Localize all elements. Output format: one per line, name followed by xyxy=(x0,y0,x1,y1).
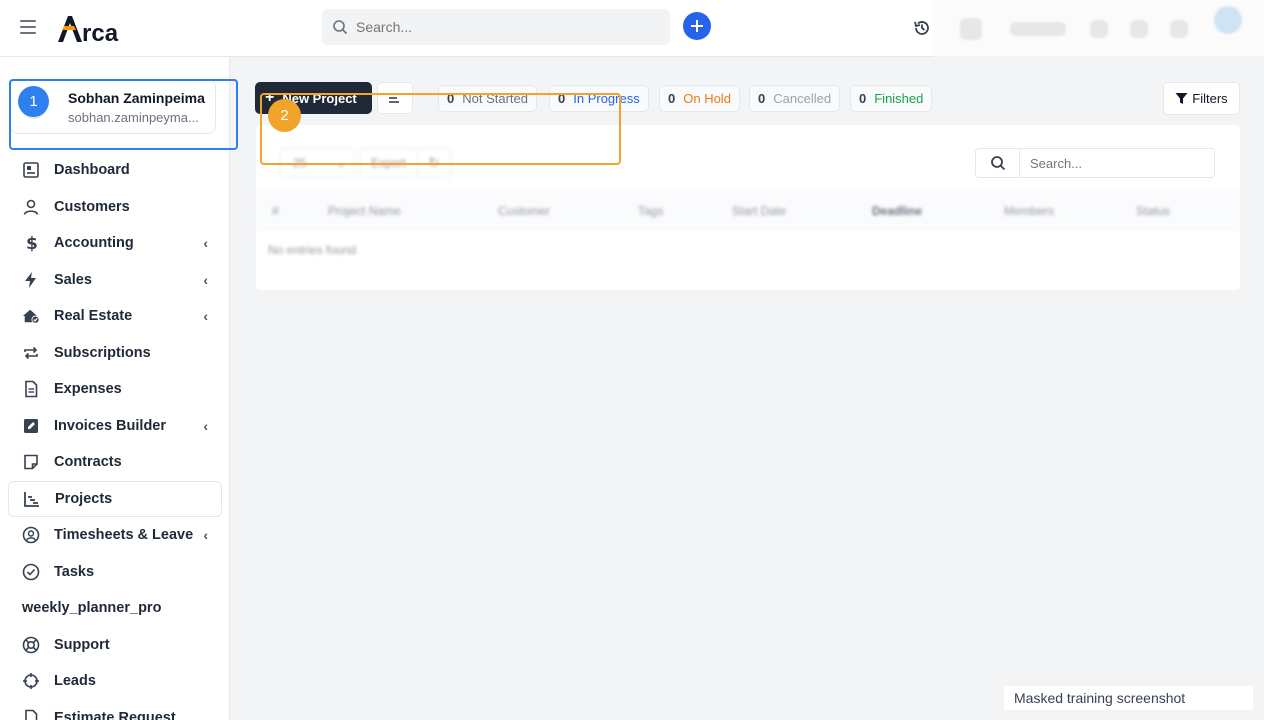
sidebar-item-dashboard[interactable]: Dashboard xyxy=(8,152,222,189)
column-header[interactable]: Tags xyxy=(638,204,663,218)
chevron-left-icon: ‹ xyxy=(203,308,208,325)
menu-toggle-icon[interactable] xyxy=(20,20,36,34)
column-header[interactable]: Deadline xyxy=(872,204,922,218)
chart-icon xyxy=(23,490,41,508)
sidebar-item-label: Tasks xyxy=(54,563,95,580)
sidebar-item-label: Dashboard xyxy=(54,162,130,179)
sidebar-item-label: Invoices Builder xyxy=(54,417,167,434)
chevron-left-icon: ‹ xyxy=(203,235,208,252)
sidebar-item-label: Projects xyxy=(55,490,113,507)
dollar-icon: $ xyxy=(22,234,40,252)
quick-add-button[interactable] xyxy=(683,12,711,40)
dashboard-icon xyxy=(22,161,40,179)
file-icon xyxy=(22,380,40,398)
svg-text:$: $ xyxy=(26,234,38,252)
column-header[interactable]: Project Name xyxy=(328,204,401,218)
sidebar-item-label: Leads xyxy=(54,673,96,690)
status-filter-on-hold[interactable]: 0 On Hold xyxy=(659,85,740,112)
column-header[interactable]: Start Date xyxy=(732,204,786,218)
sidebar-item-accounting[interactable]: $ Accounting ‹ xyxy=(8,225,222,262)
sidebar: Sobhan Zaminpeima sobhan.zaminpeyma... D… xyxy=(0,57,230,720)
chevron-left-icon: ‹ xyxy=(203,417,208,434)
status-count: 0 xyxy=(859,91,867,106)
sidebar-item-tasks[interactable]: Tasks xyxy=(8,554,222,591)
sidebar-item-real-estate[interactable]: Real Estate ‹ xyxy=(8,298,222,335)
check-circle-icon xyxy=(22,563,40,581)
house-icon xyxy=(22,307,40,325)
sidebar-item-expenses[interactable]: Expenses xyxy=(8,371,222,408)
note-icon xyxy=(22,453,40,471)
sidebar-item-label: Contracts xyxy=(54,454,122,471)
crosshair-icon xyxy=(22,672,40,690)
sidebar-item-estimate-request[interactable]: Estimate Request xyxy=(8,700,222,720)
filters-label: Filters xyxy=(1192,91,1228,106)
sidebar-item-label: Sales xyxy=(54,271,92,288)
status-label: On Hold xyxy=(683,91,731,106)
sidebar-item-label: Expenses xyxy=(54,381,122,398)
sidebar-item-sales[interactable]: Sales ‹ xyxy=(8,262,222,299)
column-header[interactable]: Customer xyxy=(498,204,550,218)
annotation-box-2 xyxy=(260,93,621,165)
lifebuoy-icon xyxy=(22,636,40,654)
sidebar-item-label: Accounting xyxy=(54,235,134,252)
user-circle-icon xyxy=(22,526,40,544)
chevron-left-icon: ‹ xyxy=(203,271,208,288)
user-icon xyxy=(22,198,40,216)
status-count: 0 xyxy=(668,91,676,106)
sidebar-nav: Dashboard Customers $ Accounting ‹ Sales… xyxy=(8,152,222,720)
table-header: # Project Name Customer Tags Start Date … xyxy=(256,190,1240,230)
sidebar-item-label: weekly_planner_pro xyxy=(22,600,162,617)
sidebar-item-invoices-builder[interactable]: Invoices Builder ‹ xyxy=(8,408,222,445)
chevron-left-icon: ‹ xyxy=(203,527,208,544)
watermark-label: Masked training screenshot xyxy=(1004,686,1253,710)
sidebar-item-label: Real Estate xyxy=(54,308,133,325)
arca-logo-icon: rca xyxy=(58,16,119,44)
sidebar-item-weekly-planner-pro[interactable]: weekly_planner_pro xyxy=(8,590,222,627)
sidebar-item-label: Subscriptions xyxy=(54,344,151,361)
column-header[interactable]: Members xyxy=(1004,204,1054,218)
empty-table-message: No entries found xyxy=(268,243,357,257)
top-bar: rca xyxy=(0,0,1264,57)
filters-button[interactable]: Filters xyxy=(1163,82,1240,115)
svg-text:rca: rca xyxy=(82,20,119,44)
sidebar-item-subscriptions[interactable]: Subscriptions xyxy=(8,335,222,372)
sidebar-item-label: Estimate Request xyxy=(54,709,176,720)
bolt-icon xyxy=(22,271,40,289)
table-search-button[interactable] xyxy=(975,148,1020,178)
plus-icon xyxy=(691,20,703,32)
sidebar-item-support[interactable]: Support xyxy=(8,627,222,664)
edit-icon xyxy=(22,417,40,435)
status-label: Cancelled xyxy=(773,91,832,106)
sidebar-item-leads[interactable]: Leads xyxy=(8,663,222,700)
status-label: Finished xyxy=(874,91,924,106)
sidebar-item-label: Support xyxy=(54,636,110,653)
filter-icon xyxy=(1175,93,1188,104)
sidebar-item-label: Customers xyxy=(54,198,130,215)
sidebar-item-customers[interactable]: Customers xyxy=(8,189,222,226)
column-header[interactable]: # xyxy=(272,204,279,218)
sidebar-item-timesheets-leave[interactable]: Timesheets & Leave ‹ xyxy=(8,517,222,554)
annotation-badge-2: 2 xyxy=(268,99,301,132)
file-icon xyxy=(22,709,40,720)
annotation-badge-1: 1 xyxy=(18,86,49,117)
global-search-input[interactable] xyxy=(356,19,646,35)
status-count: 0 xyxy=(758,91,766,106)
masked-region xyxy=(934,0,1264,57)
table-search-input[interactable] xyxy=(1019,148,1215,178)
status-filter-finished[interactable]: 0 Finished xyxy=(850,85,933,112)
column-header[interactable]: Status xyxy=(1136,204,1170,218)
search-icon xyxy=(333,20,348,35)
sidebar-item-label: Timesheets & Leave xyxy=(54,527,194,544)
history-icon[interactable] xyxy=(912,18,932,38)
status-filter-cancelled[interactable]: 0 Cancelled xyxy=(749,85,841,112)
search-icon xyxy=(990,156,1005,171)
sidebar-item-projects[interactable]: Projects xyxy=(8,480,222,517)
sidebar-item-contracts[interactable]: Contracts xyxy=(8,444,222,481)
app-logo[interactable]: rca xyxy=(56,12,128,44)
global-search[interactable] xyxy=(322,9,670,45)
repeat-icon xyxy=(22,344,40,362)
